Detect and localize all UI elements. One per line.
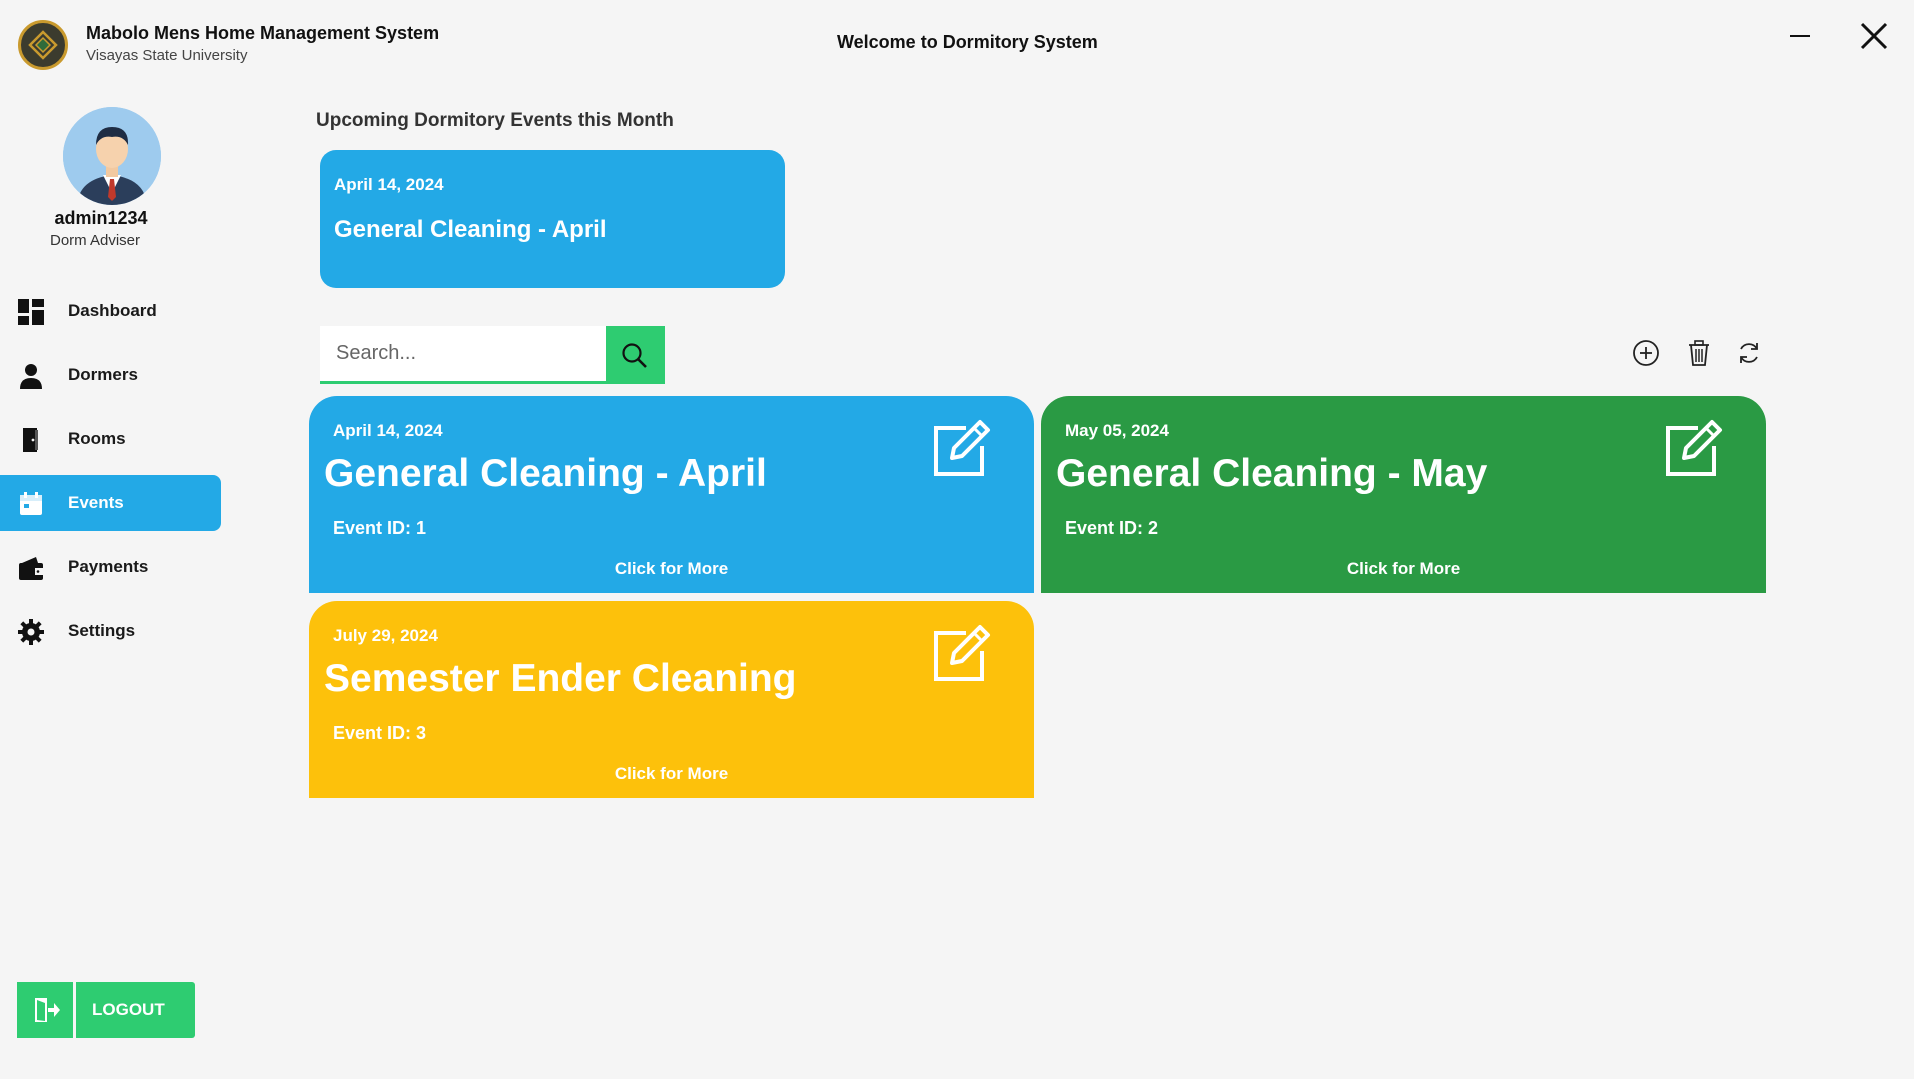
event-id: Event ID: 1 (333, 518, 427, 538)
event-card[interactable]: July 29, 2024 Semester Ender Cleaning Ev… (309, 601, 1034, 798)
title-bar: Mabolo Mens Home Management System Visay… (0, 0, 1914, 86)
edit-icon (934, 625, 990, 681)
logout-icon-box (17, 982, 76, 1038)
event-id: Event ID: 3 (333, 723, 427, 743)
edit-event-button[interactable] (928, 621, 994, 687)
event-title: General Cleaning - May (1056, 452, 1488, 495)
app-title: Mabolo Mens Home Management System (86, 23, 440, 43)
sidebar-item-payments[interactable]: Payments (0, 539, 221, 595)
profile-username: admin1234 (54, 208, 148, 228)
plus-circle-icon (1633, 340, 1659, 366)
wallet-icon (19, 557, 43, 580)
minimize-icon (1790, 35, 1810, 37)
logout-label: LOGOUT (92, 1000, 165, 1019)
upcoming-event-date: April 14, 2024 (334, 175, 444, 194)
sidebar-item-settings[interactable]: Settings (0, 603, 221, 659)
user-icon (20, 364, 42, 389)
sidebar-item-label: Rooms (68, 429, 126, 448)
click-for-more-link[interactable]: Click for More (1041, 559, 1766, 579)
event-date: July 29, 2024 (333, 626, 438, 645)
search-input[interactable] (320, 326, 606, 384)
click-for-more-link[interactable]: Click for More (309, 559, 1034, 579)
upcoming-event-title: General Cleaning - April (334, 216, 607, 243)
sidebar-item-label: Payments (68, 557, 149, 576)
sidebar-item-label: Events (68, 493, 124, 512)
delete-event-button[interactable] (1683, 337, 1715, 369)
refresh-icon (1740, 343, 1758, 363)
search-bar (320, 326, 665, 384)
logout-icon (35, 998, 60, 1022)
event-date: April 14, 2024 (333, 421, 443, 440)
sidebar-item-label: Dashboard (68, 301, 157, 320)
search-button[interactable] (606, 326, 665, 384)
event-title: Semester Ender Cleaning (324, 657, 797, 700)
sidebar-item-label: Dormers (68, 365, 138, 384)
edit-event-button[interactable] (1660, 416, 1726, 482)
edit-event-button[interactable] (928, 416, 994, 482)
event-card[interactable]: May 05, 2024 General Cleaning - May Even… (1041, 396, 1766, 593)
sidebar-item-dormers[interactable]: Dormers (0, 347, 221, 403)
app-subtitle: Visayas State University (86, 47, 248, 64)
add-event-button[interactable] (1630, 337, 1662, 369)
user-avatar-icon (63, 107, 161, 205)
click-for-more-link[interactable]: Click for More (309, 764, 1034, 784)
event-title: General Cleaning - April (324, 452, 767, 495)
edit-icon (1666, 420, 1722, 476)
close-button[interactable] (1852, 16, 1896, 56)
dashboard-icon (18, 299, 44, 325)
sidebar-item-dashboard[interactable]: Dashboard (0, 283, 221, 339)
calendar-icon (20, 492, 42, 515)
refresh-button[interactable] (1733, 337, 1765, 369)
sidebar-item-label: Settings (68, 621, 136, 640)
event-card[interactable]: April 14, 2024 General Cleaning - April … (309, 396, 1034, 593)
university-logo (18, 20, 68, 70)
profile-role: Dorm Adviser (49, 232, 141, 249)
minimize-button[interactable] (1778, 16, 1822, 56)
welcome-text: Welcome to Dormitory System (837, 32, 1098, 52)
upcoming-event-card[interactable]: April 14, 2024 General Cleaning - April (320, 150, 785, 288)
upcoming-events-heading: Upcoming Dormitory Events this Month (316, 110, 674, 131)
search-icon (622, 343, 647, 368)
event-id: Event ID: 2 (1065, 518, 1159, 538)
logout-button[interactable]: LOGOUT (17, 982, 195, 1038)
gear-icon (18, 619, 44, 645)
edit-icon (934, 420, 990, 476)
door-icon (23, 428, 38, 452)
trash-icon (1689, 340, 1709, 366)
avatar (63, 107, 161, 205)
close-icon (1860, 22, 1888, 50)
event-date: May 05, 2024 (1065, 421, 1169, 440)
sidebar-item-events[interactable]: Events (0, 475, 221, 531)
sidebar-item-rooms[interactable]: Rooms (0, 411, 221, 467)
sidebar-nav: Dashboard Dormers Rooms Events Payments … (0, 283, 222, 667)
